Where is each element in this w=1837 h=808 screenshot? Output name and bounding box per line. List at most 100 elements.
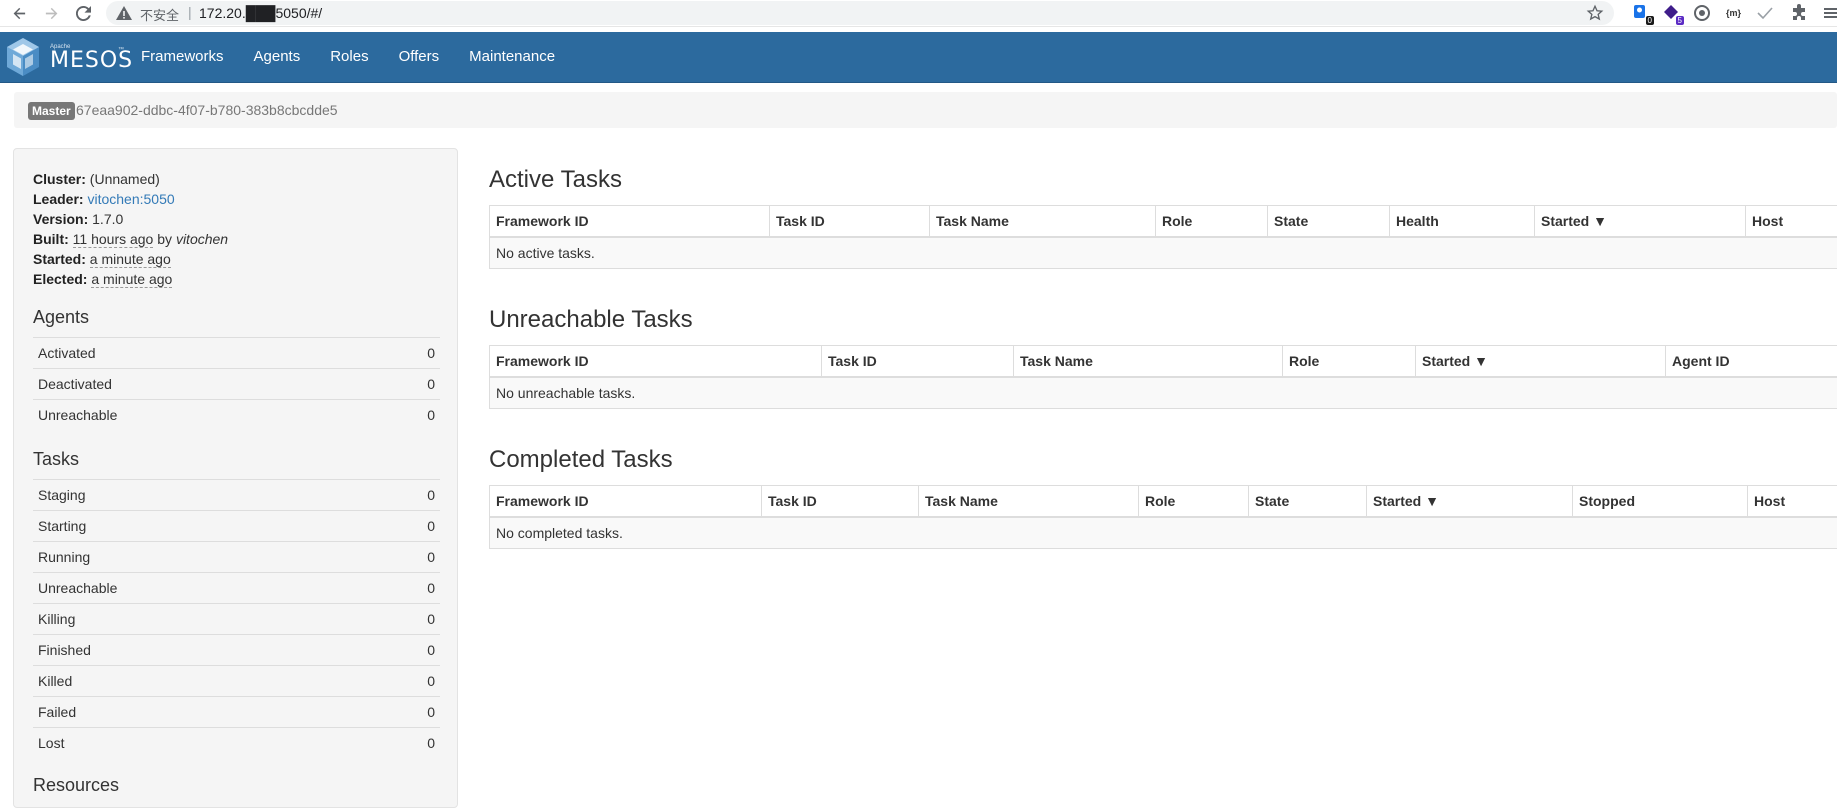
nav-roles[interactable]: Roles <box>315 32 383 82</box>
col-host[interactable]: Host <box>1748 486 1837 518</box>
url-text[interactable]: 172.20.███5050/#/ <box>199 5 322 21</box>
col-framework-id[interactable]: Framework ID <box>490 486 762 518</box>
col-agent-id[interactable]: Agent ID <box>1666 346 1837 378</box>
extension-check-icon[interactable] <box>1756 4 1774 22</box>
master-label: Master <box>28 102 75 120</box>
version-row: Version: 1.7.0 <box>33 209 228 229</box>
cluster-info: Cluster: (Unnamed) Leader: vitochen:5050… <box>33 169 228 289</box>
omnibox-separator: | <box>188 4 192 20</box>
stat-label: Running <box>33 542 372 573</box>
cluster-sidebar: Cluster: (Unnamed) Leader: vitochen:5050… <box>13 148 458 808</box>
stat-label: Starting <box>33 511 372 542</box>
col-framework-id[interactable]: Framework ID <box>490 346 822 378</box>
completed-tasks-table: Framework ID Task ID Task Name Role Stat… <box>489 485 1837 549</box>
elected-value[interactable]: a minute ago <box>91 271 172 288</box>
col-health[interactable]: Health <box>1390 206 1535 238</box>
built-user: vitochen <box>176 231 228 247</box>
bookmark-star-icon[interactable] <box>1586 4 1604 22</box>
nav-agents[interactable]: Agents <box>239 32 316 82</box>
col-stopped[interactable]: Stopped <box>1573 486 1748 518</box>
tasks-table: Staging0 Starting0 Running0 Unreachable0… <box>33 479 440 758</box>
stat-label: Killed <box>33 666 372 697</box>
col-framework-id[interactable]: Framework ID <box>490 206 770 238</box>
extension-blue-icon[interactable]: 0 <box>1632 4 1650 22</box>
cluster-value: (Unnamed) <box>90 171 160 187</box>
nav-offers[interactable]: Offers <box>384 32 455 82</box>
browser-toolbar: 不安全 | 172.20.███5050/#/ 0 5 {m} <box>0 0 1837 27</box>
col-task-id[interactable]: Task ID <box>762 486 919 518</box>
stat-value: 0 <box>372 635 440 666</box>
empty-message: No active tasks. <box>490 237 1837 269</box>
table-row: Killed0 <box>33 666 440 697</box>
agents-table: Activated0 Deactivated0 Unreachable0 <box>33 337 440 430</box>
col-role[interactable]: Role <box>1283 346 1416 378</box>
puzzle-icon[interactable] <box>1790 4 1808 22</box>
address-bar[interactable]: 不安全 | 172.20.███5050/#/ <box>106 1 1614 25</box>
col-host[interactable]: Host <box>1746 206 1837 238</box>
built-time[interactable]: 11 hours ago <box>73 231 154 248</box>
forward-icon[interactable] <box>41 3 61 23</box>
back-icon[interactable] <box>9 3 29 23</box>
nav-maintenance[interactable]: Maintenance <box>454 32 570 82</box>
nav-links: Frameworks Agents Roles Offers Maintenan… <box>126 32 570 82</box>
stat-value: 0 <box>372 338 440 369</box>
leader-label: Leader: <box>33 191 84 207</box>
stat-label: Finished <box>33 635 372 666</box>
table-row: No unreachable tasks. <box>490 377 1837 409</box>
started-value[interactable]: a minute ago <box>90 251 171 268</box>
col-started[interactable]: Started ▼ <box>1535 206 1746 238</box>
main-navbar: Apache MESOS ™ Frameworks Agents Roles O… <box>0 32 1837 83</box>
stat-label: Activated <box>33 338 372 369</box>
table-row: Unreachable0 <box>33 573 440 604</box>
table-header-row: Framework ID Task ID Task Name Role Stat… <box>490 206 1837 238</box>
stat-value: 0 <box>372 697 440 728</box>
unreachable-tasks-title: Unreachable Tasks <box>489 306 693 334</box>
table-row: Finished0 <box>33 635 440 666</box>
col-state[interactable]: State <box>1249 486 1367 518</box>
col-started[interactable]: Started ▼ <box>1367 486 1573 518</box>
completed-tasks-title: Completed Tasks <box>489 446 673 474</box>
table-row: Activated0 <box>33 338 440 369</box>
nav-frameworks[interactable]: Frameworks <box>126 32 239 82</box>
col-task-id[interactable]: Task ID <box>822 346 1014 378</box>
extension-circle-icon[interactable] <box>1693 4 1711 22</box>
version-value: 1.7.0 <box>92 211 123 227</box>
stat-label: Killing <box>33 604 372 635</box>
table-row: No completed tasks. <box>490 517 1837 549</box>
table-row: Failed0 <box>33 697 440 728</box>
elected-row: Elected: a minute ago <box>33 269 228 289</box>
started-label: Started: <box>33 251 86 267</box>
table-row: Starting0 <box>33 511 440 542</box>
col-role[interactable]: Role <box>1156 206 1268 238</box>
stat-value: 0 <box>372 604 440 635</box>
stat-label: Deactivated <box>33 369 372 400</box>
col-started[interactable]: Started ▼ <box>1416 346 1666 378</box>
col-state[interactable]: State <box>1268 206 1390 238</box>
extension-braces-icon[interactable]: {m} <box>1726 4 1744 22</box>
unreachable-tasks-table: Framework ID Task ID Task Name Role Star… <box>489 345 1837 409</box>
stat-value: 0 <box>372 400 440 431</box>
col-task-id[interactable]: Task ID <box>770 206 930 238</box>
table-row: Deactivated0 <box>33 369 440 400</box>
brand[interactable]: Apache MESOS ™ <box>4 36 42 78</box>
empty-message: No unreachable tasks. <box>490 377 1837 409</box>
reload-icon[interactable] <box>73 3 93 23</box>
built-row: Built: 11 hours ago by vitochen <box>33 229 228 249</box>
brand-trademark: ™ <box>118 47 124 53</box>
menu-icon[interactable] <box>1822 4 1837 22</box>
col-task-name[interactable]: Task Name <box>919 486 1139 518</box>
built-by: by <box>157 231 172 247</box>
col-role[interactable]: Role <box>1139 486 1249 518</box>
table-row: Unreachable0 <box>33 400 440 431</box>
col-task-name[interactable]: Task Name <box>930 206 1156 238</box>
leader-link[interactable]: vitochen:5050 <box>87 191 174 207</box>
stat-value: 0 <box>372 511 440 542</box>
empty-message: No completed tasks. <box>490 517 1837 549</box>
stat-label: Unreachable <box>33 400 372 431</box>
mesos-logo-icon <box>4 36 42 78</box>
stat-value: 0 <box>372 573 440 604</box>
table-header-row: Framework ID Task ID Task Name Role Stat… <box>490 486 1837 518</box>
col-task-name[interactable]: Task Name <box>1014 346 1283 378</box>
extension-purple-icon[interactable]: 5 <box>1662 4 1680 22</box>
stat-label: Staging <box>33 480 372 511</box>
